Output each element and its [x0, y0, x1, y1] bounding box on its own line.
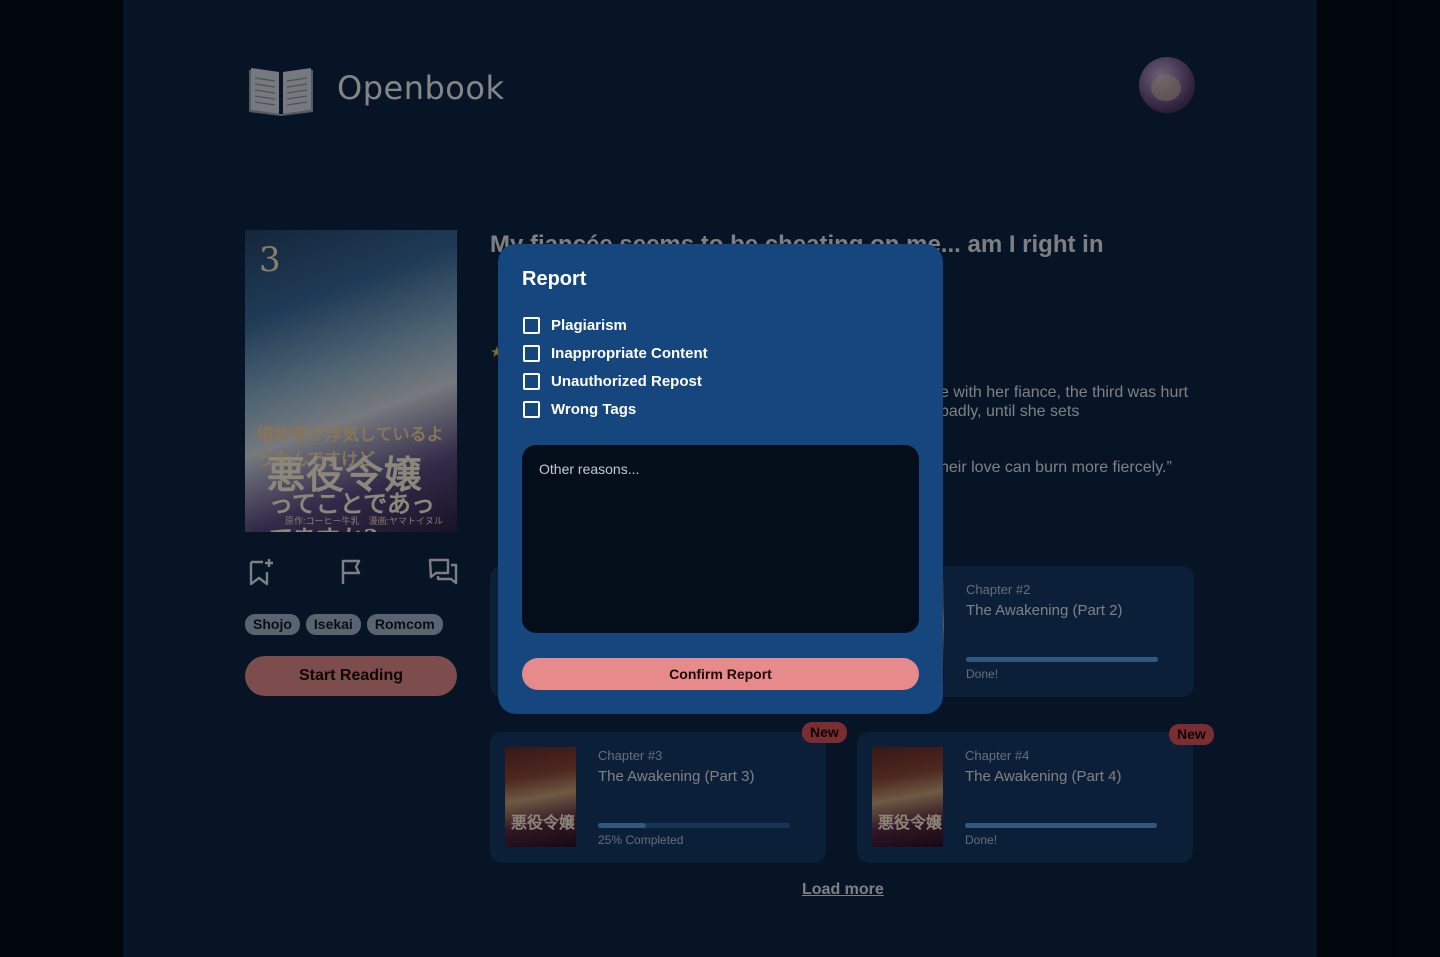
report-option-plagiarism[interactable]: Plagiarism: [523, 317, 627, 334]
option-label: Plagiarism: [551, 317, 627, 334]
report-option-wrong-tags[interactable]: Wrong Tags: [523, 401, 636, 418]
checkbox[interactable]: [523, 345, 540, 362]
confirm-report-button[interactable]: Confirm Report: [522, 658, 919, 690]
report-option-unauthorized-repost[interactable]: Unauthorized Repost: [523, 373, 702, 390]
other-reasons-textarea[interactable]: [522, 445, 919, 633]
option-label: Wrong Tags: [551, 401, 637, 418]
report-option-inappropriate-content[interactable]: Inappropriate Content: [523, 345, 708, 362]
checkbox[interactable]: [523, 317, 540, 334]
checkbox[interactable]: [523, 401, 540, 418]
option-label: Inappropriate Content: [551, 345, 708, 362]
modal-title: Report: [522, 268, 587, 290]
option-label: Unauthorized Repost: [551, 373, 702, 390]
checkbox[interactable]: [523, 373, 540, 390]
report-modal: Report Plagiarism Inappropriate Content …: [498, 244, 943, 714]
